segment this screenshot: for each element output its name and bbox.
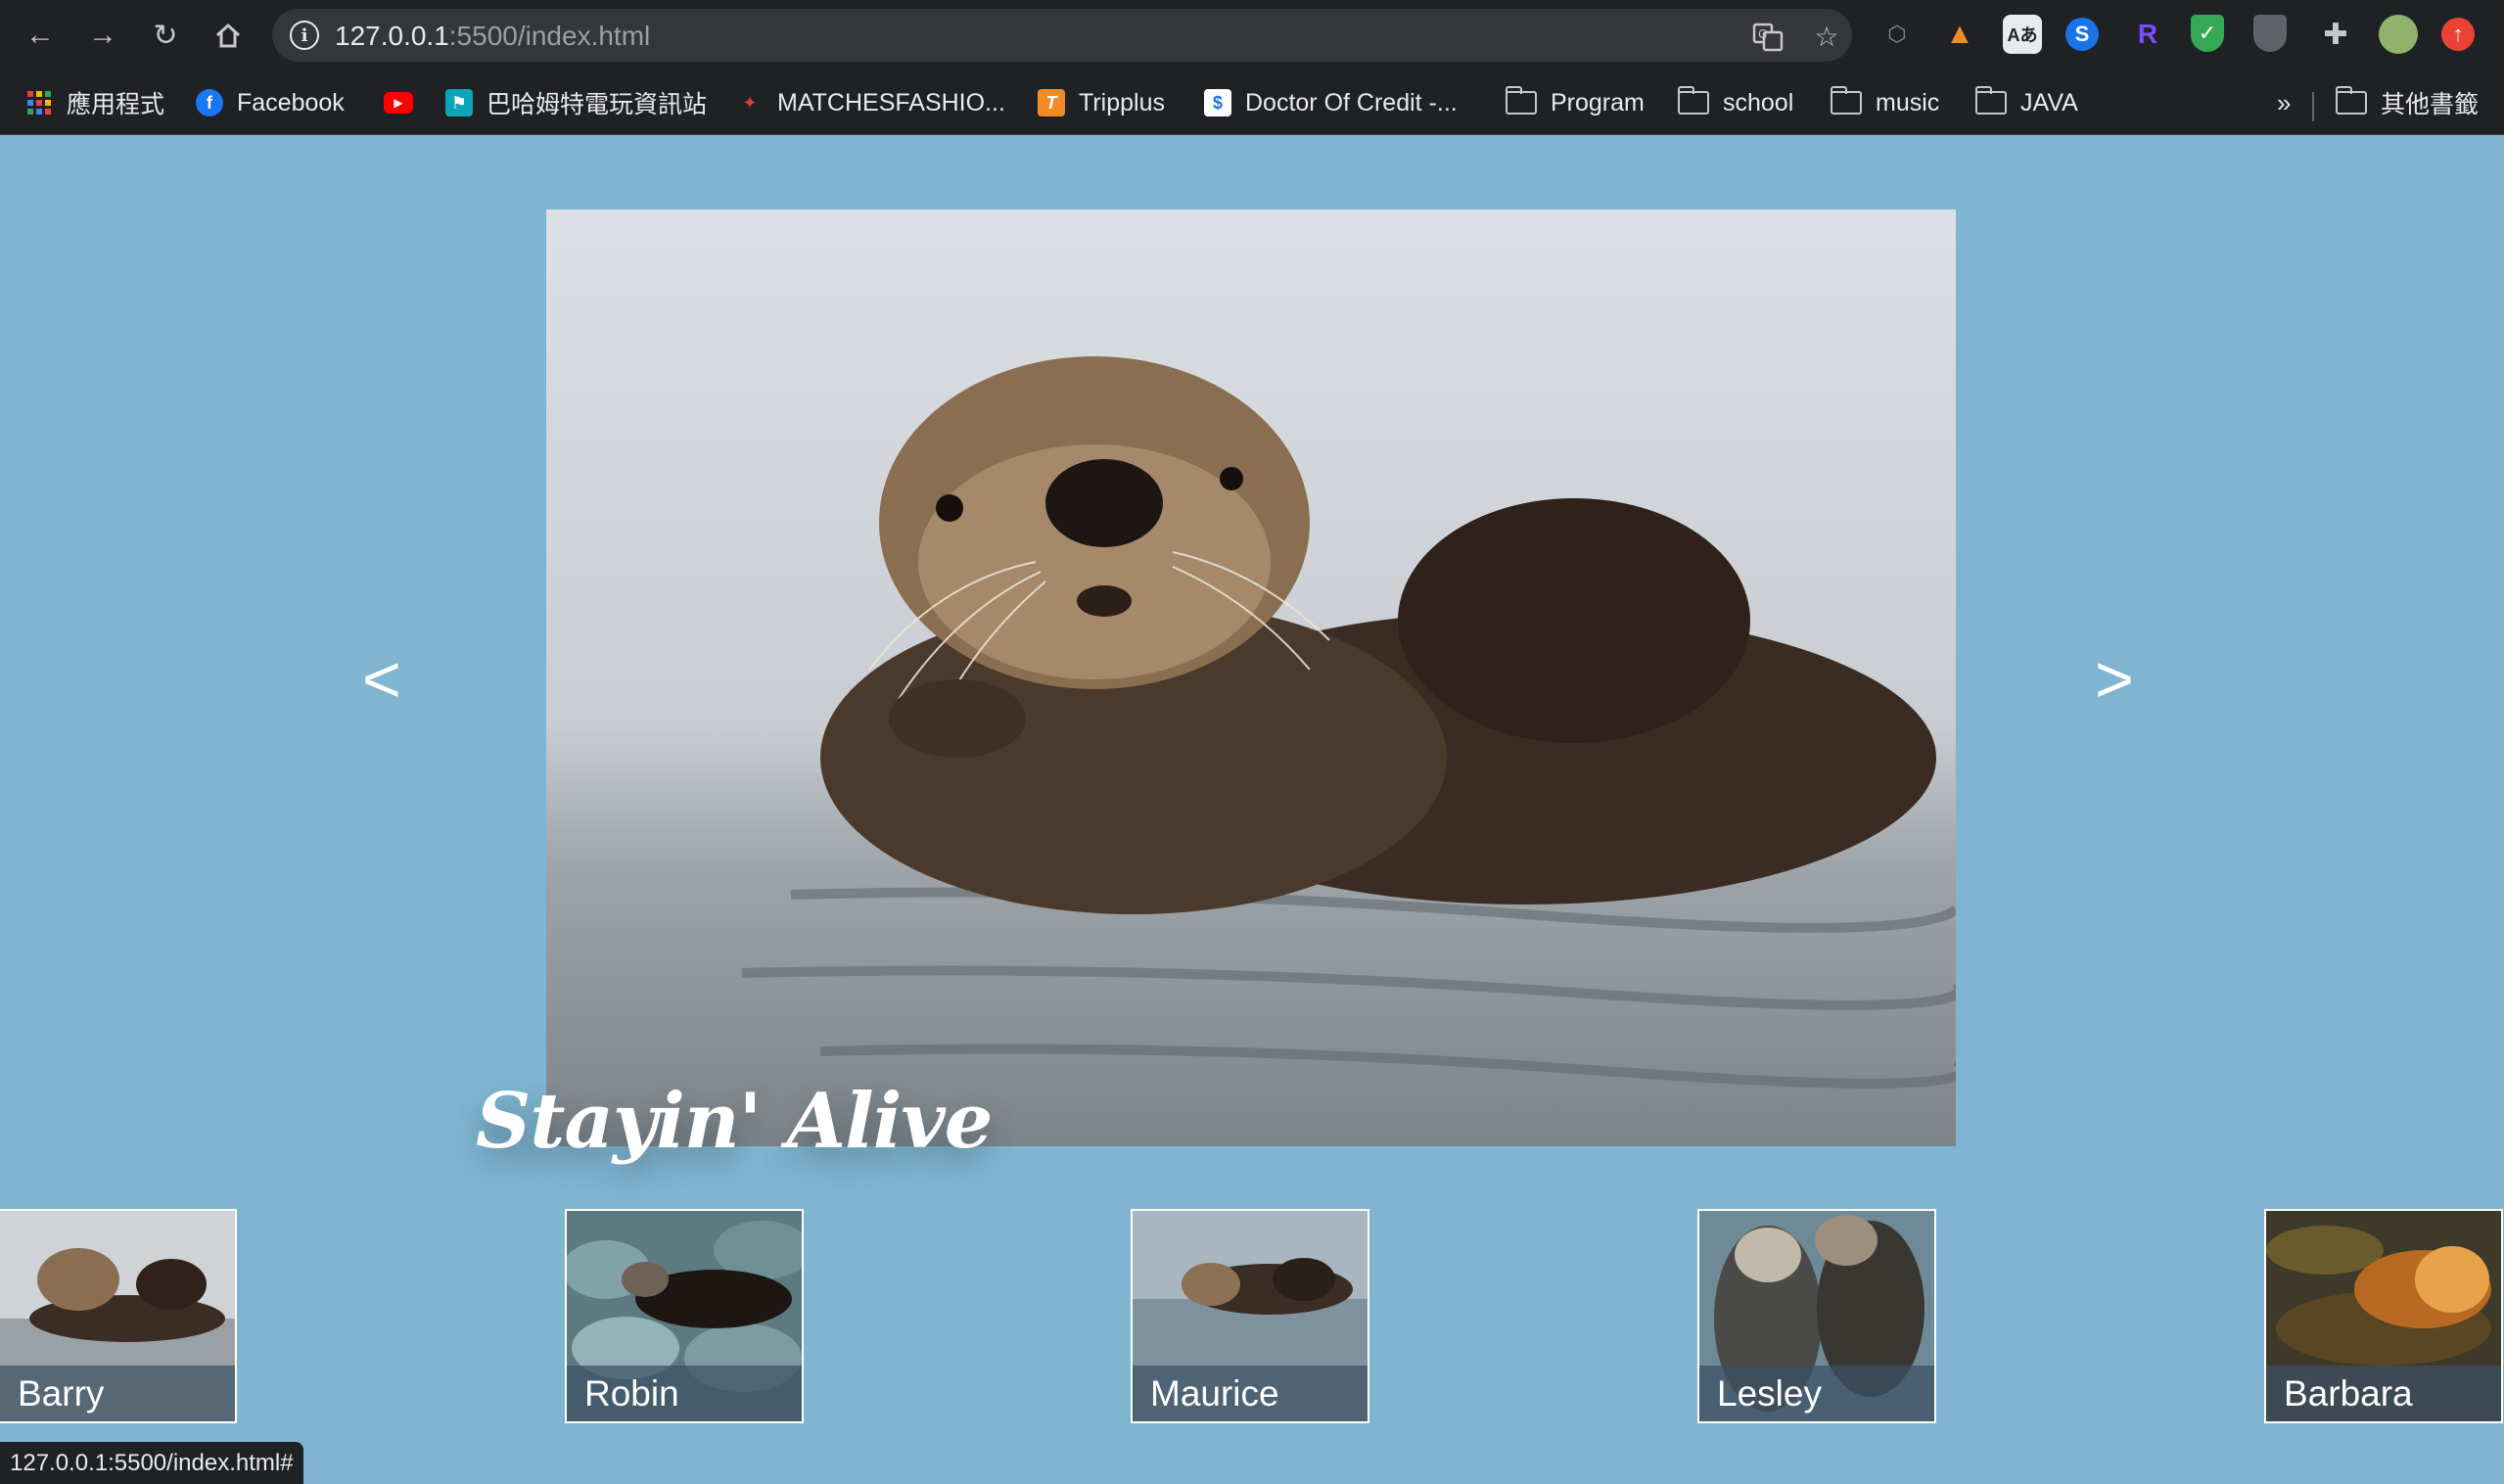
address-bar[interactable]: i 127.0.0.1:5500/index.html G ☆ [272,9,1852,62]
site-info-icon[interactable]: i [290,21,319,50]
bookmark-folder-school[interactable]: school [1677,83,1794,122]
next-slide-button[interactable]: > [2095,646,2134,713]
folder-icon [2335,86,2367,115]
bookmark-label: MATCHESFASHIO... [777,88,1005,116]
bookmark-apps[interactable]: 應用程式 [25,83,164,122]
home-icon[interactable] [206,13,251,58]
bookmark-label: 巴哈姆特電玩資訊站 [487,91,708,118]
main-gallery-image [546,209,1956,1146]
svg-text:G: G [1758,27,1767,41]
forward-arrow-icon[interactable]: → [80,13,125,58]
bookmark-label: JAVA [2020,88,2078,116]
tripplus-icon: T [1038,89,1065,116]
thumbnail-barry[interactable]: Barry [0,1209,237,1423]
bookmark-label: Tripplus [1079,88,1165,116]
apps-grid-icon [25,89,53,116]
doctor-of-credit-icon: $ [1204,89,1231,116]
bookmark-label: Facebook [237,88,345,116]
thumbnail-barbara[interactable]: Barbara [2264,1209,2503,1423]
bookmark-doctor-of-credit[interactable]: $ Doctor Of Credit -... [1204,83,1458,122]
overflow-label: » [2277,87,2292,117]
bookmark-label: music [1876,88,1940,116]
matchesfashion-icon: ✦ [742,92,758,113]
folder-icon [1677,86,1709,115]
bookmark-folder-program[interactable]: Program [1505,83,1645,122]
sea-otter-photo [741,356,1956,1089]
thumbnail-lesley[interactable]: Lesley [1697,1209,1936,1423]
bookmark-other-bookmarks[interactable]: 其他書籤 [2335,83,2480,122]
translate-icon[interactable]: G [1752,21,1784,52]
bookmark-folder-music[interactable]: music [1830,83,1940,122]
thumbnail-label: Barbara [2266,1366,2501,1421]
bookmark-label: 其他書籤 [2381,91,2480,118]
back-arrow-icon[interactable]: ← [18,13,63,58]
bookmark-facebook[interactable]: f Facebook [196,83,345,122]
bookmarks-overflow-chevron-icon[interactable]: » [2277,83,2291,122]
extensions-puzzle-icon[interactable]: ✚ [2316,15,2355,54]
thumbnail-robin[interactable]: Robin [565,1209,804,1423]
bookmark-folder-java[interactable]: JAVA [1974,83,2078,122]
extension-r-icon[interactable]: R [2128,15,2167,54]
bookmarks-divider [2312,92,2314,121]
thumbnail-label: Maurice [1133,1366,1368,1421]
extension-shield-green-icon[interactable]: ✓ [2191,15,2224,52]
facebook-icon: f [196,89,223,116]
extension-blue-icon[interactable]: S [2065,18,2099,51]
link-status-bar: 127.0.0.1:5500/index.html# [0,1442,303,1484]
reload-icon[interactable]: ↻ [143,13,188,58]
update-alert-icon[interactable]: ↑ [2441,18,2475,51]
browser-toolbar: ← → ↻ i 127.0.0.1:5500/index.html G ☆ ⬡ … [0,0,2504,70]
thumbnail-maurice[interactable]: Maurice [1131,1209,1369,1423]
extension-disabled-icon[interactable]: ⬡ [1878,15,1917,54]
bookmark-label: school [1723,88,1794,116]
bookmark-tripplus[interactable]: T Tripplus [1038,83,1165,122]
slide-caption: Stayin' Alive [476,1077,993,1166]
folder-icon [1505,86,1537,115]
bookmark-bahamut[interactable]: ⚑ 巴哈姆特電玩資訊站 [445,83,707,122]
youtube-icon: ▶ [384,92,413,114]
profile-avatar[interactable] [2379,15,2418,54]
folder-icon [1830,86,1862,115]
thumbnail-label: Lesley [1699,1366,1934,1421]
bookmark-label: Program [1551,88,1645,116]
bookmark-youtube[interactable]: ▶ [384,83,413,122]
bookmark-matchesfashion[interactable]: ✦ MATCHESFASHIO... [736,83,1005,122]
extension-dictionary-icon[interactable]: Aあ [2003,15,2042,54]
address-url[interactable]: 127.0.0.1:5500/index.html [335,21,650,52]
bookmark-label: 應用程式 [67,91,165,118]
bookmark-label: Doctor Of Credit -... [1245,88,1458,116]
previous-slide-button[interactable]: < [362,646,401,713]
bahamut-icon: ⚑ [445,89,473,116]
folder-icon [1974,86,2007,115]
thumbnail-label: Barry [0,1366,235,1421]
bookmark-star-icon[interactable]: ☆ [1811,21,1842,52]
extension-orange-icon[interactable]: ▲ [1940,15,1979,54]
bookmarks-bar: 應用程式 f Facebook ▶ ⚑ 巴哈姆特電玩資訊站 ✦ MATCHESF… [0,70,2504,135]
thumbnail-label: Robin [567,1366,802,1421]
extension-shield-grey-icon[interactable] [2253,15,2287,52]
